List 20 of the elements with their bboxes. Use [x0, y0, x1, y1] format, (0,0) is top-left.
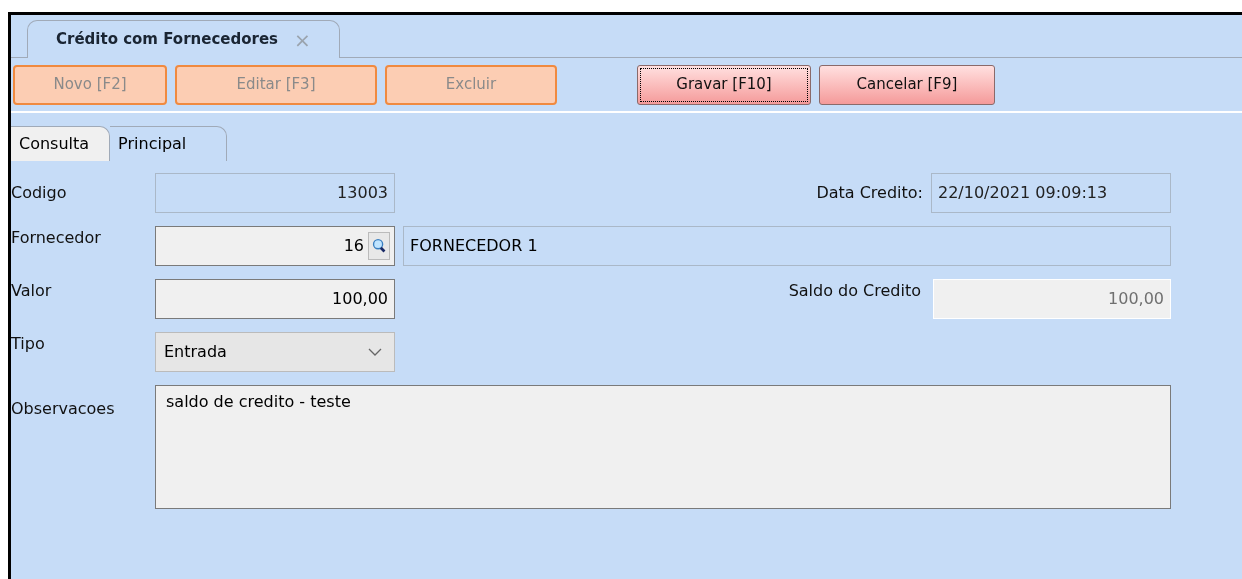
type-dropdown[interactable]: Entrada	[155, 332, 395, 372]
document-tab[interactable]: Crédito com Fornecedores ×	[27, 20, 340, 58]
action-button[interactable]: Gravar [F10]	[637, 64, 811, 105]
tab-title: Crédito com Fornecedores	[56, 29, 278, 51]
field-label: Valor	[11, 280, 53, 302]
field-label: Codigo	[11, 182, 68, 204]
field-label: Fornecedor	[11, 227, 102, 249]
field-label: Observacoes	[11, 398, 116, 420]
action-button[interactable]: Cancelar [F9]	[819, 64, 995, 105]
value-field[interactable]: 100,00	[155, 279, 395, 319]
chevron-down-icon	[368, 348, 382, 356]
form-tab[interactable]: Principal	[110, 126, 228, 161]
form-tab[interactable]: Consulta	[11, 126, 111, 161]
notes-field[interactable]: saldo de credito - teste	[155, 385, 1171, 509]
field-label: Data Credito:	[816, 182, 923, 204]
search-icon[interactable]	[368, 232, 390, 260]
supplier-name-field: FORNECEDOR 1	[403, 226, 1171, 266]
field-label: Saldo do Credito	[788, 280, 921, 302]
field-label: Tipo	[11, 333, 46, 355]
supplier-code-field[interactable]: 16	[155, 226, 395, 266]
